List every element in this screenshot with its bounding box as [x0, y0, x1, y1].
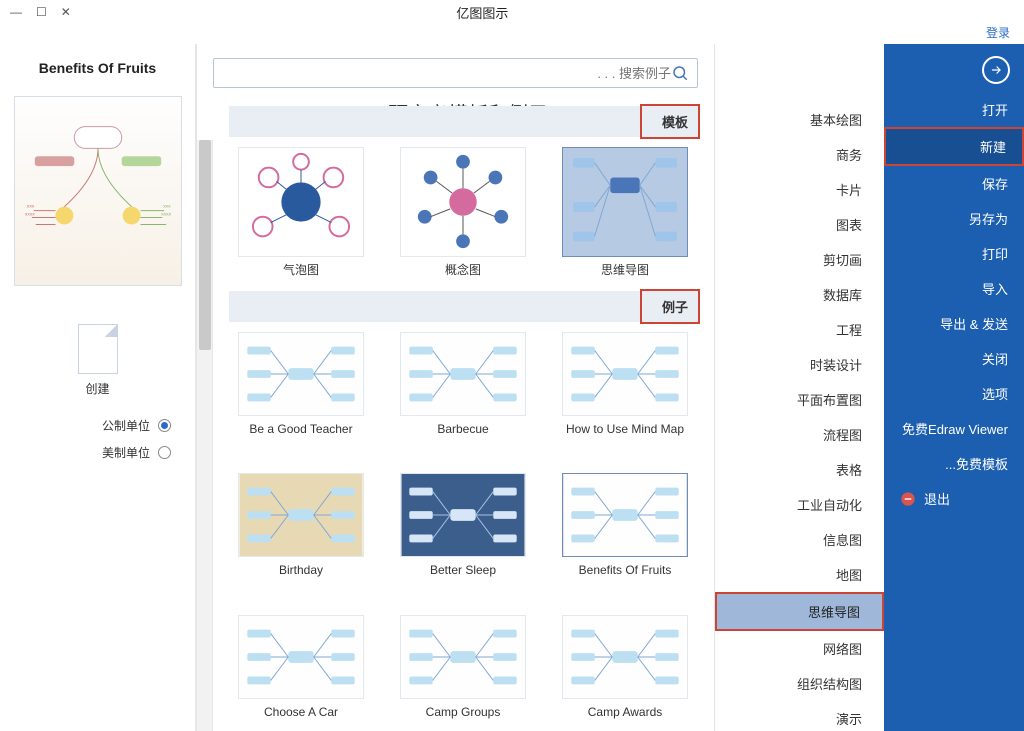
template-thumb: [400, 147, 526, 257]
example-caption: Birthday: [279, 563, 323, 579]
minimize-button[interactable]: —: [10, 5, 22, 19]
example-tile[interactable]: Be a Good Teacher: [238, 332, 364, 438]
category-item[interactable]: 剪切画: [715, 242, 884, 277]
example-tile[interactable]: Better Sleep: [400, 473, 526, 579]
file-menu-item[interactable]: 导出 & 发送: [884, 306, 1024, 341]
preview-title: Benefits Of Fruits: [14, 60, 181, 76]
example-caption: Be a Good Teacher: [249, 422, 352, 438]
file-menu-item[interactable]: 另存为: [884, 201, 1024, 236]
example-thumb: [238, 615, 364, 699]
file-menu-item[interactable]: 打开: [884, 92, 1024, 127]
section-examples-header: 例子: [229, 291, 698, 322]
maximize-button[interactable]: ☐: [36, 5, 47, 19]
radio-metric[interactable]: 公制单位: [102, 417, 171, 434]
close-button[interactable]: ✕: [61, 5, 71, 19]
example-caption: Benefits Of Fruits: [579, 563, 672, 579]
example-caption: Camp Awards: [588, 705, 662, 721]
file-menu-item[interactable]: 保存: [884, 166, 1024, 201]
scrollbar-thumb[interactable]: [199, 140, 211, 350]
svg-text:xxx: xxx: [27, 205, 35, 210]
example-thumb: [562, 615, 688, 699]
scrollbar[interactable]: [197, 140, 213, 731]
radio-icon: [158, 419, 171, 432]
example-caption: Choose A Car: [264, 705, 338, 721]
example-thumb: [400, 615, 526, 699]
category-item[interactable]: 工业自动化: [715, 487, 884, 522]
create-button[interactable]: 创建: [62, 324, 134, 397]
template-caption: 气泡图: [283, 263, 319, 279]
example-thumb: [400, 332, 526, 416]
category-item[interactable]: 表格: [715, 452, 884, 487]
example-caption: How to Use Mind Map: [566, 422, 684, 438]
category-item[interactable]: 演示: [715, 701, 884, 731]
category-item[interactable]: 思维导图: [715, 592, 884, 631]
new-doc-icon: [78, 324, 118, 374]
category-item[interactable]: 卡片: [715, 172, 884, 207]
example-tile[interactable]: Birthday: [238, 473, 364, 579]
example-caption: Camp Groups: [426, 705, 501, 721]
login-link[interactable]: 登录: [986, 26, 1010, 40]
example-thumb: [562, 473, 688, 557]
example-thumb: [562, 332, 688, 416]
template-tile[interactable]: 概念图: [400, 147, 526, 279]
template-thumb: [562, 147, 688, 257]
preview-pane: Benefits Of Fruits xxxxxxx xxxxxxx: [0, 44, 196, 731]
file-menu-item[interactable]: 选项: [884, 376, 1024, 411]
section-templates-header: 模板: [229, 106, 698, 137]
file-menu-item[interactable]: 免费模板...: [884, 446, 1024, 481]
category-item[interactable]: 网络图: [715, 631, 884, 666]
example-thumb: [238, 473, 364, 557]
category-item[interactable]: 地图: [715, 557, 884, 592]
template-tile[interactable]: 气泡图: [238, 147, 364, 279]
template-thumb: [238, 147, 364, 257]
example-tile[interactable]: Choose A Car: [238, 615, 364, 721]
template-caption: 思维导图: [601, 263, 649, 279]
search-input[interactable]: [222, 66, 671, 81]
template-tile[interactable]: 思维导图: [562, 147, 688, 279]
content-area: 预定义模板和例子 模板 思维导图概念图气泡图 例子 How to Use Min…: [196, 44, 714, 731]
category-item[interactable]: 商务: [715, 137, 884, 172]
example-tile[interactable]: Camp Awards: [562, 615, 688, 721]
example-thumb: [238, 332, 364, 416]
search-icon: [671, 64, 689, 82]
svg-text:xxxx: xxxx: [25, 213, 35, 218]
category-item[interactable]: 数据库: [715, 277, 884, 312]
category-item[interactable]: 流程图: [715, 417, 884, 452]
example-tile[interactable]: How to Use Mind Map: [562, 332, 688, 438]
category-item[interactable]: 工程: [715, 312, 884, 347]
category-item[interactable]: 时装设计: [715, 347, 884, 382]
example-tile[interactable]: Benefits Of Fruits: [562, 473, 688, 579]
example-thumb: [400, 473, 526, 557]
file-menu-sidebar: 打开新建保存另存为打印导入导出 & 发送关闭选项免费Edraw Viewer免费…: [884, 44, 1024, 731]
example-caption: Better Sleep: [430, 563, 496, 579]
file-menu-item[interactable]: 免费Edraw Viewer: [884, 411, 1024, 446]
file-menu-item[interactable]: 新建: [884, 127, 1024, 166]
category-item[interactable]: 组织结构图: [715, 666, 884, 701]
exit-icon: [900, 491, 916, 507]
svg-text:xxxx: xxxx: [161, 213, 171, 218]
example-tile[interactable]: Camp Groups: [400, 615, 526, 721]
app-title: 亿图图示: [81, 3, 884, 22]
file-menu-item[interactable]: 关闭: [884, 341, 1024, 376]
template-caption: 概念图: [445, 263, 481, 279]
example-caption: Barbecue: [437, 422, 488, 438]
preview-image: xxxxxxx xxxxxxx: [14, 96, 182, 286]
example-tile[interactable]: Barbecue: [400, 332, 526, 438]
category-list: 基本绘图商务卡片图表剪切画数据库工程时装设计平面布置图流程图表格工业自动化信息图…: [714, 44, 884, 731]
search-box[interactable]: [213, 58, 698, 88]
file-menu-item[interactable]: 打印: [884, 236, 1024, 271]
radio-us[interactable]: 美制单位: [102, 444, 171, 461]
svg-text:xxx: xxx: [163, 205, 171, 210]
category-item[interactable]: 信息图: [715, 522, 884, 557]
file-menu-item[interactable]: 导入: [884, 271, 1024, 306]
category-item[interactable]: 平面布置图: [715, 382, 884, 417]
back-arrow-icon[interactable]: [982, 56, 1010, 84]
window-controls: — ☐ ✕: [0, 5, 81, 19]
category-item[interactable]: 基本绘图: [715, 102, 884, 137]
file-menu-item[interactable]: 退出: [884, 481, 1024, 516]
category-item[interactable]: 图表: [715, 207, 884, 242]
radio-icon: [158, 446, 171, 459]
